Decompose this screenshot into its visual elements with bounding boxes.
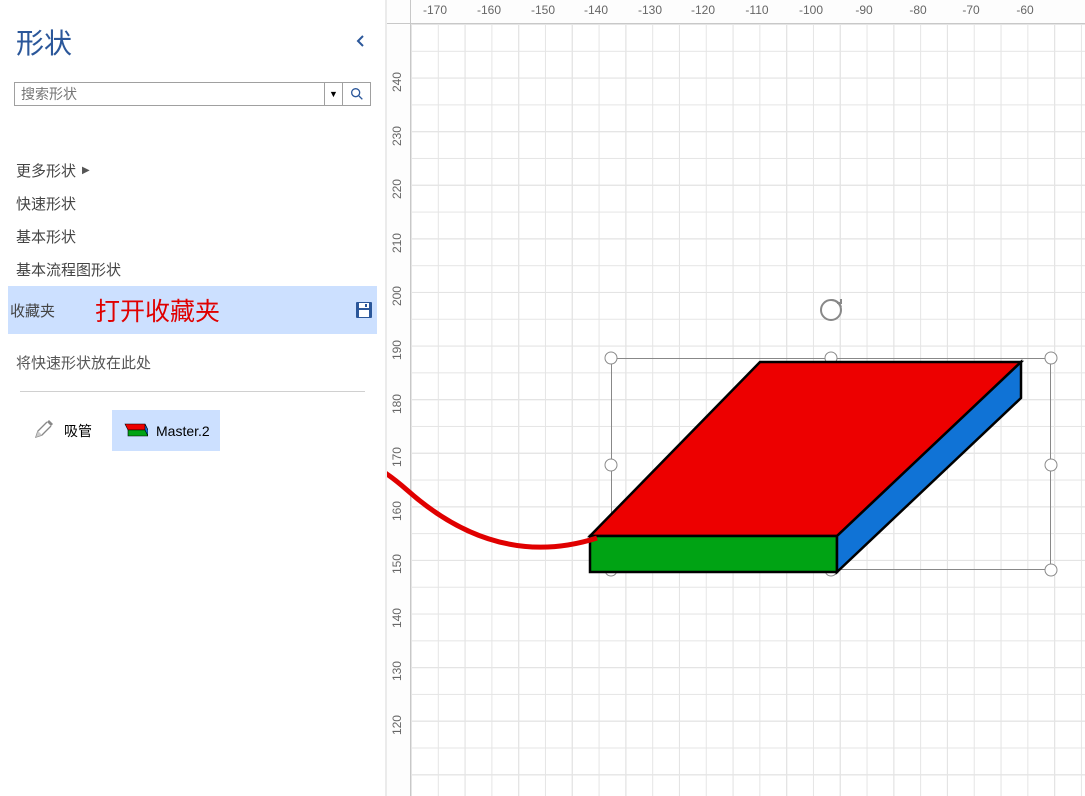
ruler-tick: -150	[531, 3, 555, 17]
category-basic-shapes[interactable]: 基本形状	[14, 220, 371, 253]
category-favorites[interactable]: 收藏夹 打开收藏夹	[8, 286, 377, 334]
category-label: 快速形状	[16, 193, 76, 214]
ruler-tick: 170	[390, 447, 404, 467]
ruler-tick: 120	[390, 715, 404, 735]
save-icon[interactable]	[355, 301, 373, 319]
ruler-tick: 180	[390, 394, 404, 414]
shape-item-eyedropper[interactable]: 吸管	[22, 410, 102, 451]
category-quick-shapes[interactable]: 快速形状	[14, 187, 371, 220]
category-label: 收藏夹	[10, 300, 55, 321]
category-label: 基本形状	[16, 226, 76, 247]
ruler-tick: 210	[390, 233, 404, 253]
category-more-shapes[interactable]: 更多形状 ▶	[14, 154, 371, 187]
ruler-tick: 160	[390, 501, 404, 521]
search-icon	[349, 86, 365, 102]
vertical-ruler[interactable]: 240 230 220 210 200 190 180 170 160 150 …	[387, 24, 411, 796]
ruler-tick: -90	[855, 3, 872, 17]
quick-shapes-hint: 将快速形状放在此处	[0, 334, 385, 391]
ruler-tick: -80	[909, 3, 926, 17]
ruler-tick: -70	[962, 3, 979, 17]
eyedropper-icon	[32, 417, 56, 444]
search-row: ▼	[14, 82, 371, 106]
ruler-tick: -100	[799, 3, 823, 17]
ruler-tick: 220	[390, 179, 404, 199]
master2-thumb-icon	[122, 422, 148, 440]
shape-label: Master.2	[156, 423, 210, 439]
ruler-tick: 150	[390, 554, 404, 574]
canvas-shape-3d-block[interactable]	[575, 358, 1055, 578]
shape-item-master2[interactable]: Master.2	[112, 410, 220, 451]
rotate-handle[interactable]	[818, 297, 844, 323]
collapse-icon[interactable]	[351, 28, 369, 57]
canvas-area[interactable]: -170 -160 -150 -140 -130 -120 -110 -100 …	[387, 0, 1085, 796]
ruler-tick: -120	[691, 3, 715, 17]
search-button[interactable]	[343, 82, 371, 106]
ruler-tick: -140	[584, 3, 608, 17]
ruler-tick: 200	[390, 286, 404, 306]
shape-items: 吸管 Master.2	[0, 392, 385, 469]
search-input[interactable]	[14, 82, 325, 106]
category-flowchart-shapes[interactable]: 基本流程图形状	[14, 253, 371, 286]
shapes-panel: 形状 ▼ 更多形状 ▶ 快速形状 基本形状 基本流程图形状 收藏夹 打开收藏夹	[0, 0, 387, 796]
ruler-tick: 190	[390, 340, 404, 360]
ruler-tick: -60	[1016, 3, 1033, 17]
category-label: 更多形状	[16, 160, 76, 181]
ruler-corner	[387, 0, 411, 24]
ruler-tick: 140	[390, 608, 404, 628]
ruler-tick: -170	[423, 3, 447, 17]
ruler-tick: 240	[390, 72, 404, 92]
horizontal-ruler[interactable]: -170 -160 -150 -140 -130 -120 -110 -100 …	[411, 0, 1085, 24]
panel-title: 形状	[16, 22, 72, 62]
ruler-tick: -160	[477, 3, 501, 17]
chevron-right-icon: ▶	[82, 165, 90, 176]
ruler-tick: -110	[745, 3, 768, 17]
ruler-tick: -130	[638, 3, 662, 17]
category-label: 基本流程图形状	[16, 259, 121, 280]
category-list: 更多形状 ▶ 快速形状 基本形状 基本流程图形状 收藏夹 打开收藏夹	[0, 154, 385, 334]
search-dropdown[interactable]: ▼	[325, 82, 343, 106]
shape-label: 吸管	[64, 421, 92, 441]
ruler-tick: 230	[390, 126, 404, 146]
ruler-tick: 130	[390, 661, 404, 681]
annotation-open-favorites: 打开收藏夹	[95, 292, 220, 328]
